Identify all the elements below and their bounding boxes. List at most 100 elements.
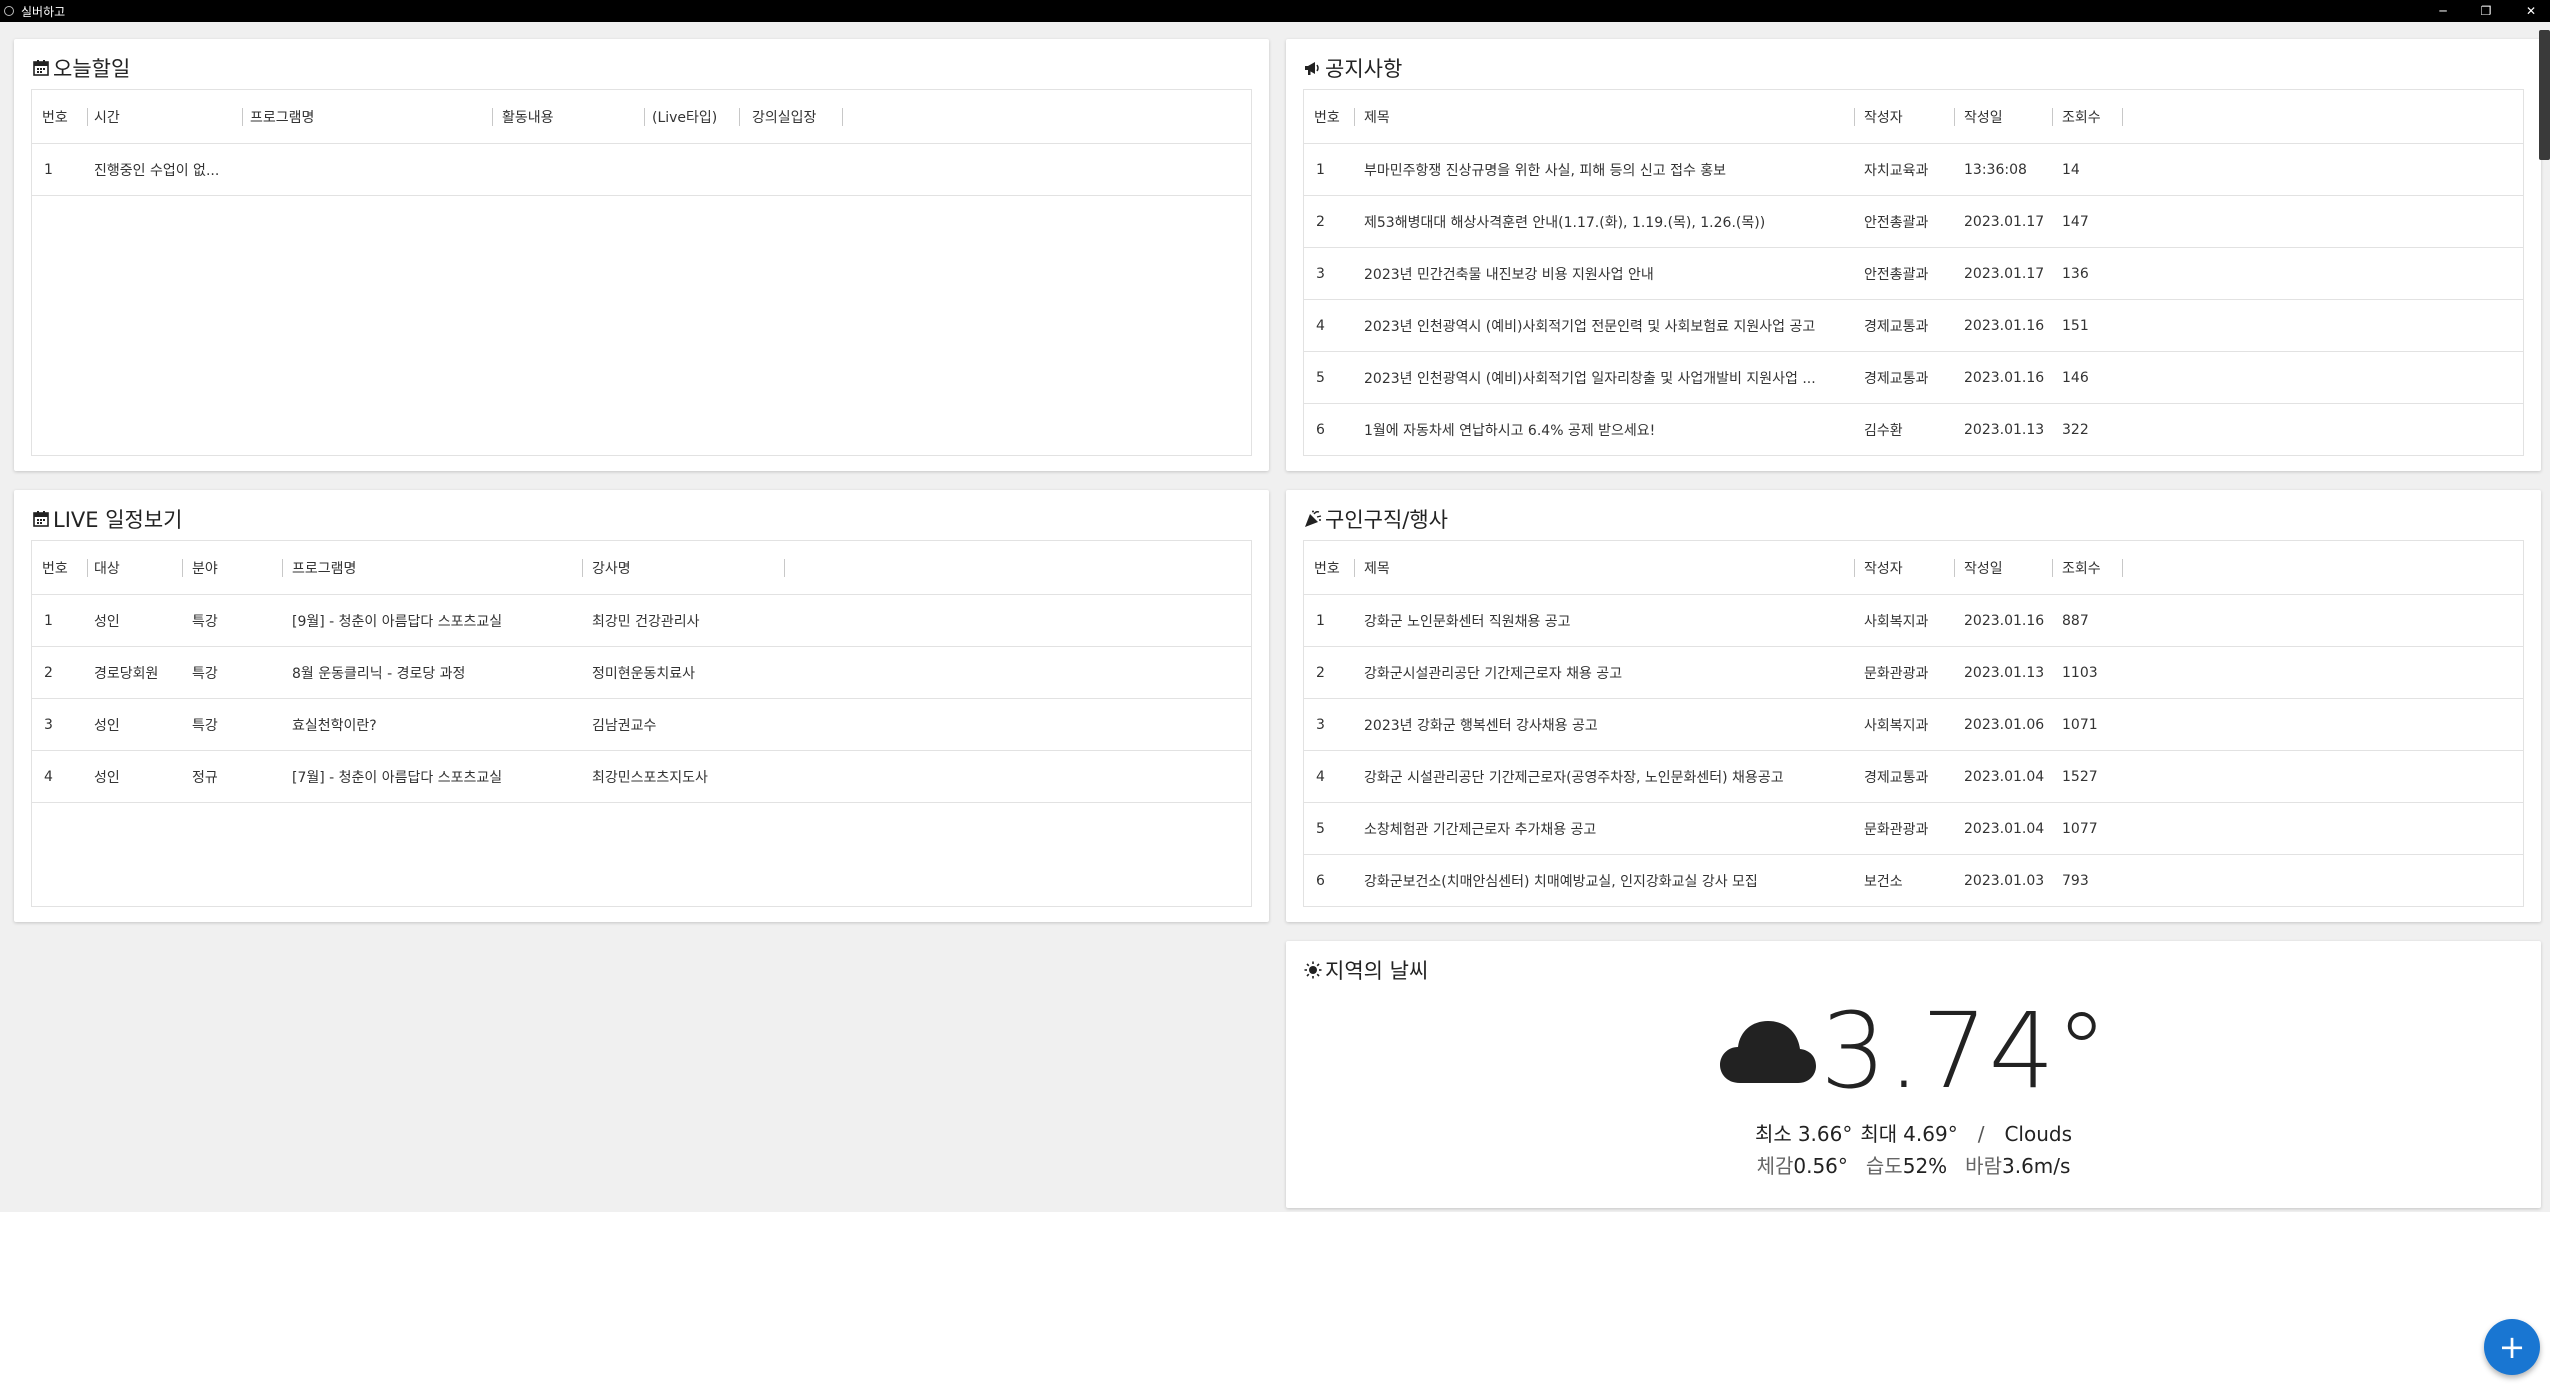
col-header[interactable]: 강사명	[592, 541, 631, 594]
cell-title: 강화군시설관리공단 기간제근로자 채용 공고	[1364, 665, 1623, 682]
col-header[interactable]: 번호	[42, 90, 68, 143]
cell-no: 3	[1316, 265, 1325, 282]
cell-no: 6	[1316, 422, 1325, 438]
col-header[interactable]: 대상	[94, 541, 120, 594]
cell-no: 6	[1316, 873, 1325, 889]
jobs-title-text: 구인구직/행사	[1325, 508, 1448, 532]
cell-no: 3	[44, 716, 53, 733]
dashboard: 오늘할일 번호 시간 프로그램명 활동내용 (Live타입) 강의실입장 1 진…	[0, 22, 2550, 1212]
table-row[interactable]: 3 2023년 민간건축물 내진보강 비용 지원사업 안내 안전총괄과 2023…	[1304, 248, 2523, 300]
col-header[interactable]: 분야	[192, 541, 218, 594]
table-row[interactable]: 2 경로당회원 특강 8월 운동클리닉 - 경로당 과정 정미현운동치료사	[32, 647, 1251, 699]
col-header[interactable]: 번호	[1314, 90, 1340, 143]
jobs-title: 구인구직/행사	[1303, 504, 1448, 534]
table-row[interactable]: 4 2023년 인천광역시 (예비)사회적기업 전문인력 및 사회보험료 지원사…	[1304, 300, 2523, 352]
col-header[interactable]: 시간	[94, 90, 120, 143]
col-header[interactable]: 프로그램명	[250, 90, 314, 143]
table-row[interactable]: 4 성인 정규 [7월] - 청춘이 아름답다 스포츠교실 최강민스포츠지도사	[32, 751, 1251, 803]
separator: /	[1977, 1122, 1985, 1146]
cell-views: 136	[2062, 265, 2089, 282]
table-row[interactable]: 4 강화군 시설관리공단 기간제근로자(공영주차장, 노인문화센터) 채용공고 …	[1304, 751, 2523, 803]
table-row[interactable]: 1 강화군 노인문화센터 직원채용 공고 사회복지과 2023.01.16 88…	[1304, 595, 2523, 647]
cell-author: 안전총괄과	[1864, 266, 1929, 283]
col-header[interactable]: (Live타입)	[652, 90, 717, 143]
live-grid: 번호 대상 분야 프로그램명 강사명 1 성인 특강 [9월] - 청춘이 아름…	[31, 540, 1252, 907]
col-header[interactable]: 번호	[42, 541, 68, 594]
cell-program: 8월 운동클리닉 - 경로당 과정	[292, 665, 466, 682]
maximize-button[interactable]: ❐	[2466, 0, 2506, 22]
add-button[interactable]: +	[2484, 1319, 2540, 1375]
table-row[interactable]: 5 2023년 인천광역시 (예비)사회적기업 일자리창출 및 사업개발비 지원…	[1304, 352, 2523, 404]
cell-no: 4	[1316, 317, 1325, 334]
cell-target: 성인	[94, 769, 120, 786]
close-button[interactable]: ✕	[2511, 0, 2550, 22]
notice-card: 공지사항 번호 제목 작성자 작성일 조회수 1 부마민주항쟁 진상규명을 위한…	[1286, 39, 2541, 471]
table-row[interactable]: 1 성인 특강 [9월] - 청춘이 아름답다 스포츠교실 최강민 건강관리사	[32, 595, 1251, 647]
table-row[interactable]: 3 2023년 강화군 행복센터 강사채용 공고 사회복지과 2023.01.0…	[1304, 699, 2523, 751]
cell-views: 1077	[2062, 820, 2098, 837]
cell-no: 5	[1316, 820, 1325, 837]
cell-program: 효실천학이란?	[292, 717, 377, 734]
cell-views: 14	[2062, 161, 2080, 178]
cell-author: 경제교통과	[1864, 318, 1929, 335]
cell-date: 2023.01.17	[1964, 265, 2045, 282]
live-title-text: LIVE 일정보기	[53, 508, 183, 532]
col-header[interactable]: 조회수	[2062, 90, 2101, 143]
col-header[interactable]: 강의실입장	[752, 90, 816, 143]
col-header[interactable]: 번호	[1314, 541, 1340, 594]
cell-no: 2	[1316, 664, 1325, 681]
cell-views: 146	[2062, 369, 2089, 386]
cell-no: 4	[44, 768, 53, 785]
cell-no: 1	[1316, 161, 1325, 178]
cell-author: 문화관광과	[1864, 821, 1929, 838]
col-header[interactable]: 활동내용	[502, 90, 554, 143]
col-header[interactable]: 작성자	[1864, 541, 1903, 594]
cell-views: 1527	[2062, 768, 2098, 785]
temperature: 3.74°	[1820, 990, 2109, 1112]
max-label: 최대	[1860, 1122, 1898, 1146]
cell-no: 1	[44, 612, 53, 629]
cell-views: 322	[2062, 422, 2089, 438]
col-header[interactable]: 작성자	[1864, 90, 1903, 143]
table-row[interactable]: 3 성인 특강 효실천학이란? 김남권교수	[32, 699, 1251, 751]
table-row[interactable]: 6 강화군보건소(치매안심센터) 치매예방교실, 인지강화교실 강사 모집 보건…	[1304, 855, 2523, 907]
table-row[interactable]: 1 부마민주항쟁 진상규명을 위한 사실, 피해 등의 신고 접수 홍보 자치교…	[1304, 144, 2523, 196]
cell-title: 소창체험관 기간제근로자 추가채용 공고	[1364, 821, 1597, 838]
table-row[interactable]: 5 소창체험관 기간제근로자 추가채용 공고 문화관광과 2023.01.04 …	[1304, 803, 2523, 855]
max-value: 4.69°	[1903, 1122, 1958, 1146]
notice-title-text: 공지사항	[1325, 57, 1403, 81]
col-header[interactable]: 작성일	[1964, 541, 2003, 594]
weather-details: 체감 0.56° 습도 52% 바람 3.6m/s	[1286, 1150, 2541, 1179]
cell-date: 2023.01.17	[1964, 213, 2045, 230]
cell-instructor: 정미현운동치료사	[592, 665, 696, 682]
col-header[interactable]: 프로그램명	[292, 541, 356, 594]
cell-title: 2023년 인천광역시 (예비)사회적기업 전문인력 및 사회보험료 지원사업 …	[1364, 318, 1816, 335]
table-row[interactable]: 6 1월에 자동차세 연납하시고 6.4% 공제 받으세요! 김수환 2023.…	[1304, 404, 2523, 456]
cell-no: 4	[1316, 768, 1325, 785]
table-row[interactable]: 1 진행중인 수업이 없...	[32, 144, 1251, 196]
today-grid-header: 번호 시간 프로그램명 활동내용 (Live타입) 강의실입장	[32, 90, 1251, 144]
cell-field: 특강	[192, 717, 218, 734]
side-scrollbar[interactable]	[2539, 30, 2550, 160]
col-header[interactable]: 작성일	[1964, 90, 2003, 143]
col-header[interactable]: 조회수	[2062, 541, 2101, 594]
cell-title: 제53해병대대 해상사격훈련 안내(1.17.(화), 1.19.(목), 1.…	[1364, 214, 1766, 231]
table-row[interactable]: 2 강화군시설관리공단 기간제근로자 채용 공고 문화관광과 2023.01.1…	[1304, 647, 2523, 699]
wind-label: 바람	[1965, 1154, 2002, 1178]
col-header[interactable]: 제목	[1364, 541, 1390, 594]
cell-date: 2023.01.13	[1964, 422, 2045, 438]
table-row[interactable]: 2 제53해병대대 해상사격훈련 안내(1.17.(화), 1.19.(목), …	[1304, 196, 2523, 248]
cell-date: 2023.01.06	[1964, 716, 2045, 733]
cell-date: 2023.01.13	[1964, 664, 2045, 681]
today-card: 오늘할일 번호 시간 프로그램명 활동내용 (Live타입) 강의실입장 1 진…	[14, 39, 1269, 471]
minimize-button[interactable]: ─	[2423, 0, 2463, 22]
weather-condition: Clouds	[2004, 1122, 2072, 1146]
cell-time: 진행중인 수업이 없...	[94, 162, 220, 179]
cell-title: 강화군보건소(치매안심센터) 치매예방교실, 인지강화교실 강사 모집	[1364, 874, 1758, 890]
min-value: 3.66°	[1797, 1122, 1853, 1146]
cell-author: 김수환	[1864, 423, 1903, 439]
cell-date: 2023.01.04	[1964, 820, 2045, 837]
col-header[interactable]: 제목	[1364, 90, 1390, 143]
weather-main: 3.74°	[1286, 999, 2541, 1103]
weather-minmax: 최소 3.66° 최대 4.69° / Clouds	[1286, 1118, 2541, 1147]
